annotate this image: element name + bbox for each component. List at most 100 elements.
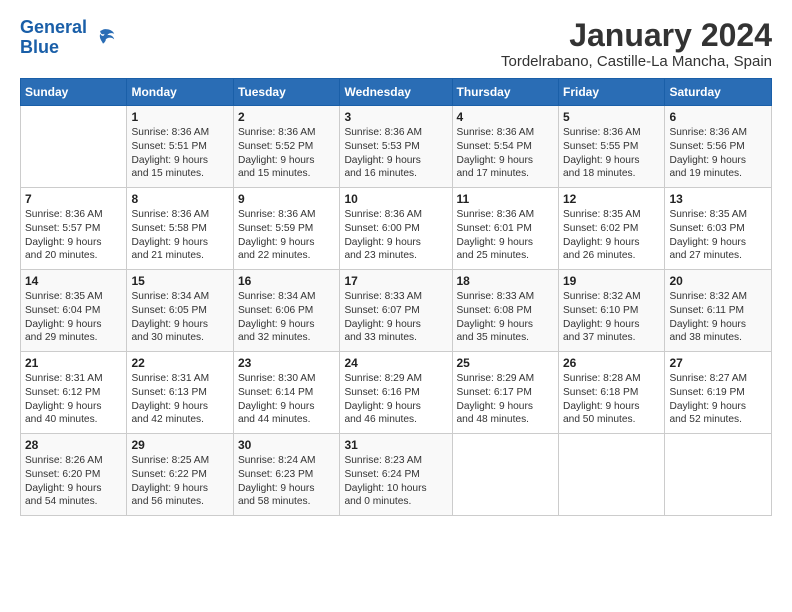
day-info: Sunrise: 8:36 AM Sunset: 5:56 PM Dayligh…: [669, 126, 767, 181]
week-row-3: 14 Sunrise: 8:35 AM Sunset: 6:04 PM Dayli…: [21, 270, 772, 352]
day-cell: 17 Sunrise: 8:33 AM Sunset: 6:07 PM Dayli…: [340, 270, 452, 352]
calendar-body: 1 Sunrise: 8:36 AM Sunset: 5:51 PM Daylig…: [21, 106, 772, 516]
title-block: January 2024 Tordelrabano, Castille-La M…: [501, 18, 772, 70]
day-cell: 16 Sunrise: 8:34 AM Sunset: 6:06 PM Dayli…: [233, 270, 339, 352]
day-cell: 1 Sunrise: 8:36 AM Sunset: 5:51 PM Daylig…: [127, 106, 233, 188]
day-number: 31: [344, 438, 447, 452]
day-number: 26: [563, 356, 660, 370]
day-number: 21: [25, 356, 122, 370]
day-number: 3: [344, 110, 447, 124]
day-cell: 11 Sunrise: 8:36 AM Sunset: 6:01 PM Dayli…: [452, 188, 558, 270]
day-info: Sunrise: 8:36 AM Sunset: 5:58 PM Dayligh…: [131, 208, 228, 263]
day-number: 23: [238, 356, 335, 370]
day-info: Sunrise: 8:36 AM Sunset: 6:01 PM Dayligh…: [457, 208, 554, 263]
day-cell: 8 Sunrise: 8:36 AM Sunset: 5:58 PM Daylig…: [127, 188, 233, 270]
day-number: 30: [238, 438, 335, 452]
header-cell-saturday: Saturday: [665, 79, 772, 106]
day-cell: 3 Sunrise: 8:36 AM Sunset: 5:53 PM Daylig…: [340, 106, 452, 188]
day-number: 1: [131, 110, 228, 124]
day-info: Sunrise: 8:33 AM Sunset: 6:07 PM Dayligh…: [344, 290, 447, 345]
day-info: Sunrise: 8:30 AM Sunset: 6:14 PM Dayligh…: [238, 372, 335, 427]
day-cell: 18 Sunrise: 8:33 AM Sunset: 6:08 PM Dayli…: [452, 270, 558, 352]
day-cell: 30 Sunrise: 8:24 AM Sunset: 6:23 PM Dayli…: [233, 434, 339, 516]
logo-bird-icon: [89, 24, 117, 52]
day-info: Sunrise: 8:32 AM Sunset: 6:11 PM Dayligh…: [669, 290, 767, 345]
day-cell: 13Sunrise: 8:35 AM Sunset: 6:03 PM Dayli…: [665, 188, 772, 270]
day-cell: 14 Sunrise: 8:35 AM Sunset: 6:04 PM Dayli…: [21, 270, 127, 352]
header: GeneralBlue January 2024 Tordelrabano, C…: [20, 18, 772, 70]
day-info: Sunrise: 8:34 AM Sunset: 6:06 PM Dayligh…: [238, 290, 335, 345]
day-info: Sunrise: 8:27 AM Sunset: 6:19 PM Dayligh…: [669, 372, 767, 427]
day-cell: 4 Sunrise: 8:36 AM Sunset: 5:54 PM Daylig…: [452, 106, 558, 188]
page-container: GeneralBlue January 2024 Tordelrabano, C…: [0, 0, 792, 526]
day-info: Sunrise: 8:29 AM Sunset: 6:16 PM Dayligh…: [344, 372, 447, 427]
day-cell: 28 Sunrise: 8:26 AM Sunset: 6:20 PM Dayli…: [21, 434, 127, 516]
day-number: 13: [669, 192, 767, 206]
day-info: Sunrise: 8:36 AM Sunset: 5:55 PM Dayligh…: [563, 126, 660, 181]
day-info: Sunrise: 8:25 AM Sunset: 6:22 PM Dayligh…: [131, 454, 228, 509]
day-number: 24: [344, 356, 447, 370]
day-cell: 5 Sunrise: 8:36 AM Sunset: 5:55 PM Daylig…: [558, 106, 664, 188]
day-info: Sunrise: 8:29 AM Sunset: 6:17 PM Dayligh…: [457, 372, 554, 427]
day-info: Sunrise: 8:31 AM Sunset: 6:13 PM Dayligh…: [131, 372, 228, 427]
calendar-table: SundayMondayTuesdayWednesdayThursdayFrid…: [20, 78, 772, 516]
day-cell: 9 Sunrise: 8:36 AM Sunset: 5:59 PM Daylig…: [233, 188, 339, 270]
day-cell: 2Sunrise: 8:36 AM Sunset: 5:52 PM Daylig…: [233, 106, 339, 188]
day-cell: 26Sunrise: 8:28 AM Sunset: 6:18 PM Dayli…: [558, 352, 664, 434]
day-info: Sunrise: 8:23 AM Sunset: 6:24 PM Dayligh…: [344, 454, 447, 509]
day-info: Sunrise: 8:35 AM Sunset: 6:02 PM Dayligh…: [563, 208, 660, 263]
day-cell: 10Sunrise: 8:36 AM Sunset: 6:00 PM Dayli…: [340, 188, 452, 270]
day-cell: [665, 434, 772, 516]
header-cell-sunday: Sunday: [21, 79, 127, 106]
day-number: 16: [238, 274, 335, 288]
day-cell: 19 Sunrise: 8:32 AM Sunset: 6:10 PM Dayli…: [558, 270, 664, 352]
day-number: 18: [457, 274, 554, 288]
day-cell: 7Sunrise: 8:36 AM Sunset: 5:57 PM Daylig…: [21, 188, 127, 270]
day-cell: 20 Sunrise: 8:32 AM Sunset: 6:11 PM Dayli…: [665, 270, 772, 352]
day-number: 8: [131, 192, 228, 206]
week-row-2: 7Sunrise: 8:36 AM Sunset: 5:57 PM Daylig…: [21, 188, 772, 270]
day-number: 7: [25, 192, 122, 206]
day-info: Sunrise: 8:35 AM Sunset: 6:04 PM Dayligh…: [25, 290, 122, 345]
day-number: 9: [238, 192, 335, 206]
day-cell: [558, 434, 664, 516]
logo: GeneralBlue: [20, 18, 117, 58]
day-info: Sunrise: 8:26 AM Sunset: 6:20 PM Dayligh…: [25, 454, 122, 509]
day-number: 4: [457, 110, 554, 124]
header-cell-tuesday: Tuesday: [233, 79, 339, 106]
day-cell: 23 Sunrise: 8:30 AM Sunset: 6:14 PM Dayli…: [233, 352, 339, 434]
day-cell: 27Sunrise: 8:27 AM Sunset: 6:19 PM Dayli…: [665, 352, 772, 434]
header-cell-thursday: Thursday: [452, 79, 558, 106]
day-info: Sunrise: 8:24 AM Sunset: 6:23 PM Dayligh…: [238, 454, 335, 509]
week-row-5: 28 Sunrise: 8:26 AM Sunset: 6:20 PM Dayli…: [21, 434, 772, 516]
day-cell: 25 Sunrise: 8:29 AM Sunset: 6:17 PM Dayli…: [452, 352, 558, 434]
day-number: 15: [131, 274, 228, 288]
day-cell: 12 Sunrise: 8:35 AM Sunset: 6:02 PM Dayli…: [558, 188, 664, 270]
day-cell: 22 Sunrise: 8:31 AM Sunset: 6:13 PM Dayli…: [127, 352, 233, 434]
day-info: Sunrise: 8:36 AM Sunset: 5:52 PM Dayligh…: [238, 126, 335, 181]
day-info: Sunrise: 8:36 AM Sunset: 5:51 PM Dayligh…: [131, 126, 228, 181]
day-number: 19: [563, 274, 660, 288]
day-number: 17: [344, 274, 447, 288]
main-title: January 2024: [501, 18, 772, 53]
day-info: Sunrise: 8:33 AM Sunset: 6:08 PM Dayligh…: [457, 290, 554, 345]
day-number: 22: [131, 356, 228, 370]
day-cell: [21, 106, 127, 188]
day-cell: 24 Sunrise: 8:29 AM Sunset: 6:16 PM Dayli…: [340, 352, 452, 434]
day-number: 28: [25, 438, 122, 452]
day-info: Sunrise: 8:36 AM Sunset: 5:59 PM Dayligh…: [238, 208, 335, 263]
day-info: Sunrise: 8:32 AM Sunset: 6:10 PM Dayligh…: [563, 290, 660, 345]
day-cell: 6 Sunrise: 8:36 AM Sunset: 5:56 PM Daylig…: [665, 106, 772, 188]
day-number: 11: [457, 192, 554, 206]
day-number: 20: [669, 274, 767, 288]
day-info: Sunrise: 8:34 AM Sunset: 6:05 PM Dayligh…: [131, 290, 228, 345]
day-cell: [452, 434, 558, 516]
day-cell: 29Sunrise: 8:25 AM Sunset: 6:22 PM Dayli…: [127, 434, 233, 516]
day-info: Sunrise: 8:36 AM Sunset: 5:54 PM Dayligh…: [457, 126, 554, 181]
day-info: Sunrise: 8:36 AM Sunset: 5:53 PM Dayligh…: [344, 126, 447, 181]
day-number: 25: [457, 356, 554, 370]
day-number: 6: [669, 110, 767, 124]
day-number: 5: [563, 110, 660, 124]
day-number: 12: [563, 192, 660, 206]
day-number: 14: [25, 274, 122, 288]
